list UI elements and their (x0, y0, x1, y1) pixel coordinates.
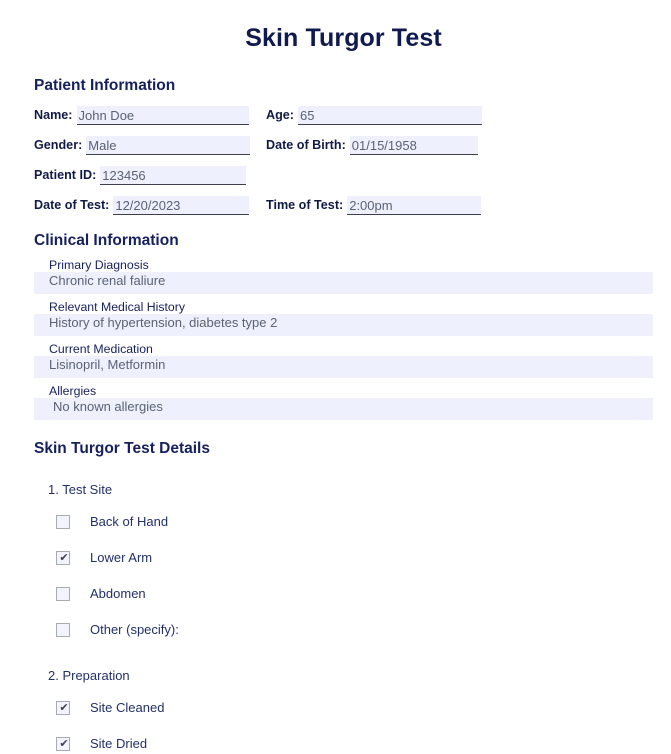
section-heading-clinical-information: Clinical Information (34, 232, 179, 249)
patient-information-fields: Name: John Doe Age: 65 Gender: Male Date… (34, 104, 653, 215)
name-value: John Doe (78, 107, 135, 123)
clinical-row-relevant-medical-history: Relevant Medical History History of hype… (34, 300, 653, 336)
current-medication-label: Current Medication (49, 342, 153, 356)
date-of-test-label: Date of Test: (34, 198, 110, 212)
option-label-site-cleaned: Site Cleaned (90, 700, 165, 715)
clinical-row-primary-diagnosis: Primary Diagnosis Chronic renal faliure (34, 258, 653, 294)
time-of-test-value: 2:00pm (349, 197, 393, 213)
field-group-date-of-test: Date of Test: 12/20/2023 (34, 196, 266, 215)
option-label-abdomen: Abdomen (90, 586, 146, 601)
relevant-medical-history-field[interactable]: History of hypertension, diabetes type 2 (34, 314, 653, 336)
date-of-birth-label: Date of Birth: (266, 138, 346, 152)
field-group-time-of-test: Time of Test: 2:00pm (266, 196, 482, 215)
field-group-date-of-birth: Date of Birth: 01/15/1958 (266, 136, 478, 155)
clinical-row-allergies: Allergies No known allergies (34, 384, 653, 420)
time-of-test-label: Time of Test: (266, 198, 344, 212)
patient-id-label: Patient ID: (34, 168, 97, 182)
patient-info-row: Patient ID: 123456 (34, 164, 653, 185)
section-heading-test-details: Skin Turgor Test Details (34, 440, 210, 457)
date-of-test-value: 12/20/2023 (115, 197, 181, 213)
option-abdomen[interactable]: Abdomen (34, 584, 653, 604)
allergies-label: Allergies (49, 384, 97, 398)
question-title-test-site: 1. Test Site (48, 482, 113, 497)
patient-info-row: Name: John Doe Age: 65 (34, 104, 653, 125)
date-of-test-field[interactable]: 12/20/2023 (113, 196, 250, 215)
skin-turgor-test-form: Skin Turgor Test Patient Information Nam… (0, 0, 671, 751)
primary-diagnosis-field[interactable]: Chronic renal faliure (34, 272, 653, 294)
test-details-questions: 1. Test Site Back of Hand ✔ Lower Arm Ab… (34, 482, 653, 754)
relevant-medical-history-label: Relevant Medical History (49, 300, 185, 314)
clinical-row-current-medication: Current Medication Lisinopril, Metformin (34, 342, 653, 378)
current-medication-field[interactable]: Lisinopril, Metformin (34, 356, 653, 378)
gender-field[interactable]: Male (86, 136, 251, 155)
checkbox-back-of-hand[interactable] (56, 515, 70, 529)
name-field[interactable]: John Doe (76, 106, 249, 125)
checkmark-icon: ✔ (59, 702, 69, 714)
date-of-birth-field[interactable]: 01/15/1958 (349, 136, 478, 155)
patient-id-field[interactable]: 123456 (100, 166, 247, 185)
patient-info-row: Gender: Male Date of Birth: 01/15/1958 (34, 134, 653, 155)
checkbox-site-cleaned[interactable]: ✔ (56, 701, 70, 715)
clinical-information-rows: Primary Diagnosis Chronic renal faliure … (34, 258, 653, 420)
gender-value: Male (88, 137, 117, 153)
name-label: Name: (34, 108, 73, 122)
patient-info-row: Date of Test: 12/20/2023 Time of Test: 2… (34, 194, 653, 215)
field-group-gender: Gender: Male (34, 136, 266, 155)
section-heading-patient-information: Patient Information (34, 77, 176, 94)
checkmark-icon: ✔ (59, 552, 69, 564)
question-title-preparation: 2. Preparation (48, 668, 130, 683)
primary-diagnosis-label: Primary Diagnosis (49, 258, 149, 272)
relevant-medical-history-value: History of hypertension, diabetes type 2 (49, 315, 278, 330)
patient-id-value: 123456 (102, 167, 146, 183)
option-site-cleaned[interactable]: ✔ Site Cleaned (34, 698, 653, 718)
date-of-birth-value: 01/15/1958 (351, 137, 417, 153)
allergies-value: No known allergies (53, 399, 163, 414)
option-label-lower-arm: Lower Arm (90, 550, 153, 565)
gender-label: Gender: (34, 138, 83, 152)
checkbox-abdomen[interactable] (56, 587, 70, 601)
primary-diagnosis-value: Chronic renal faliure (49, 273, 166, 288)
field-group-name: Name: John Doe (34, 106, 266, 125)
option-site-dried[interactable]: ✔ Site Dried (34, 734, 653, 754)
age-label: Age: (266, 108, 294, 122)
allergies-field[interactable]: No known allergies (34, 398, 653, 420)
option-label-other: Other (specify): (90, 622, 179, 637)
field-group-patient-id: Patient ID: 123456 (34, 166, 266, 185)
checkmark-icon: ✔ (59, 738, 69, 750)
current-medication-value: Lisinopril, Metformin (49, 357, 166, 372)
time-of-test-field[interactable]: 2:00pm (347, 196, 482, 215)
option-label-back-of-hand: Back of Hand (90, 514, 169, 529)
option-label-site-dried: Site Dried (90, 736, 148, 751)
option-back-of-hand[interactable]: Back of Hand (34, 512, 653, 532)
option-list-test-site: Back of Hand ✔ Lower Arm Abdomen Other (… (34, 512, 653, 640)
age-field[interactable]: 65 (298, 106, 482, 125)
checkbox-other[interactable] (56, 623, 70, 637)
page-title: Skin Turgor Test (245, 24, 442, 52)
option-lower-arm[interactable]: ✔ Lower Arm (34, 548, 653, 568)
field-group-age: Age: 65 (266, 106, 482, 125)
option-other[interactable]: Other (specify): (34, 620, 653, 640)
age-value: 65 (300, 107, 315, 123)
checkbox-lower-arm[interactable]: ✔ (56, 551, 70, 565)
checkbox-site-dried[interactable]: ✔ (56, 737, 70, 751)
